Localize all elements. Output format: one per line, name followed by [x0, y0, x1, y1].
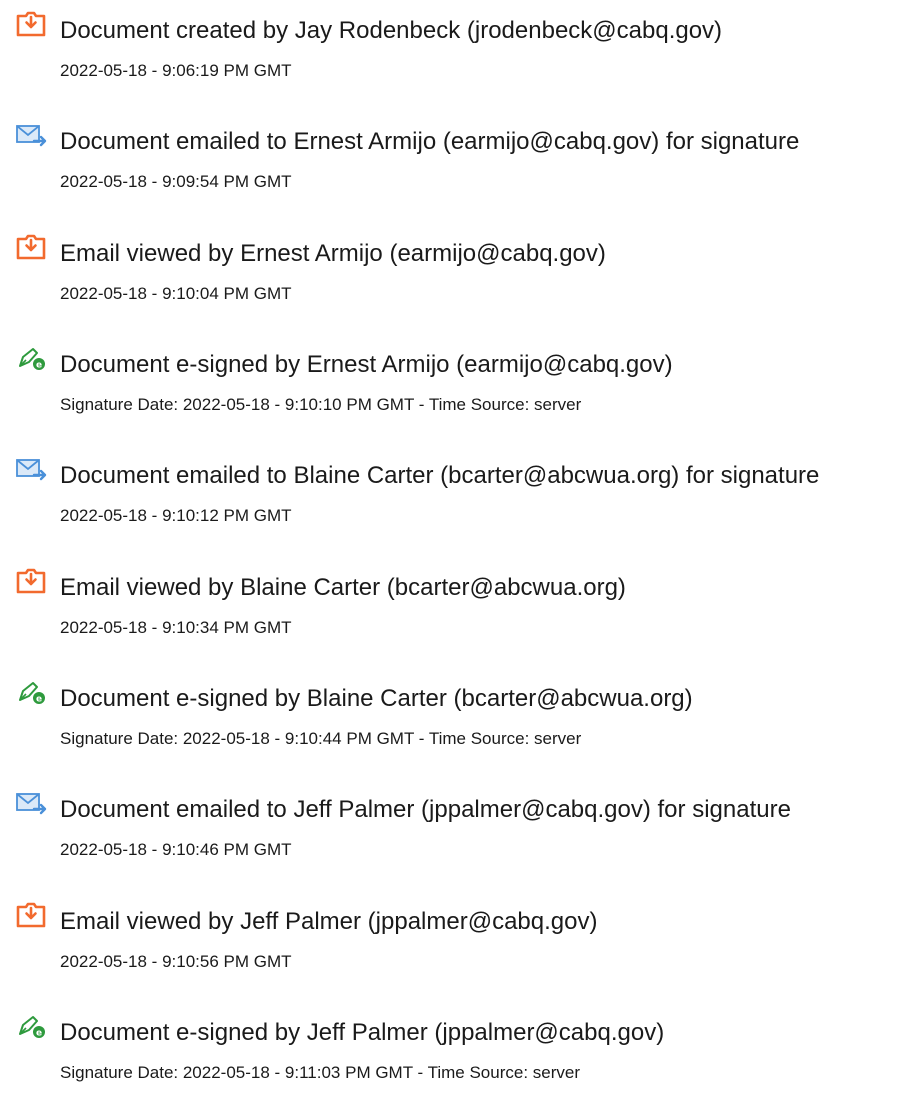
audit-event: Email viewed by Blaine Carter (bcarter@a… — [0, 561, 906, 651]
event-title: Document emailed to Jeff Palmer (jppalme… — [60, 796, 791, 823]
e-sign-icon: e — [14, 344, 48, 372]
audit-event: Document emailed to Ernest Armijo (earmi… — [0, 115, 906, 205]
svg-text:e: e — [36, 361, 42, 371]
event-timestamp: 2022-05-18 - 9:10:12 PM GMT — [60, 506, 292, 525]
event-title: Document e-signed by Jeff Palmer (jppalm… — [60, 1019, 665, 1046]
document-created-icon — [14, 901, 48, 929]
audit-event: Email viewed by Jeff Palmer (jppalmer@ca… — [0, 895, 906, 985]
document-created-icon — [14, 10, 48, 38]
event-timestamp: 2022-05-18 - 9:09:54 PM GMT — [60, 172, 292, 191]
event-timestamp: 2022-05-18 - 9:10:04 PM GMT — [60, 284, 292, 303]
signature-date: Signature Date: 2022-05-18 - 9:10:10 PM … — [60, 395, 582, 414]
event-title: Document created by Jay Rodenbeck (jrode… — [60, 17, 723, 44]
svg-text:e: e — [36, 695, 42, 705]
event-title: Document emailed to Ernest Armijo (earmi… — [60, 128, 800, 155]
event-title: Document e-signed by Blaine Carter (bcar… — [60, 685, 693, 712]
email-sent-icon — [14, 121, 48, 149]
audit-event: Document created by Jay Rodenbeck (jrode… — [0, 4, 906, 94]
audit-event: e Document e-signed by Blaine Carter (bc… — [0, 672, 906, 762]
audit-event: Email viewed by Ernest Armijo (earmijo@c… — [0, 227, 906, 317]
event-timestamp: 2022-05-18 - 9:10:56 PM GMT — [60, 952, 292, 971]
event-title: Email viewed by Blaine Carter (bcarter@a… — [60, 574, 626, 601]
audit-event: e Document e-signed by Ernest Armijo (ea… — [0, 338, 906, 428]
audit-event: Document emailed to Blaine Carter (bcart… — [0, 449, 906, 539]
email-sent-icon — [14, 789, 48, 817]
document-created-icon — [14, 233, 48, 261]
event-title: Email viewed by Jeff Palmer (jppalmer@ca… — [60, 908, 598, 935]
event-timestamp: 2022-05-18 - 9:06:19 PM GMT — [60, 61, 292, 80]
svg-text:e: e — [36, 1029, 42, 1039]
audit-event: Document emailed to Jeff Palmer (jppalme… — [0, 783, 906, 873]
e-sign-icon: e — [14, 1012, 48, 1040]
signature-date: Signature Date: 2022-05-18 - 9:11:03 PM … — [60, 1063, 580, 1082]
signature-date: Signature Date: 2022-05-18 - 9:10:44 PM … — [60, 729, 582, 748]
e-sign-icon: e — [14, 678, 48, 706]
event-title: Email viewed by Ernest Armijo (earmijo@c… — [60, 240, 606, 267]
audit-event: e Document e-signed by Jeff Palmer (jppa… — [0, 1006, 906, 1096]
event-title: Document e-signed by Ernest Armijo (earm… — [60, 351, 673, 378]
event-timestamp: 2022-05-18 - 9:10:46 PM GMT — [60, 840, 292, 859]
email-sent-icon — [14, 455, 48, 483]
document-created-icon — [14, 567, 48, 595]
event-timestamp: 2022-05-18 - 9:10:34 PM GMT — [60, 618, 292, 637]
event-title: Document emailed to Blaine Carter (bcart… — [60, 462, 820, 489]
